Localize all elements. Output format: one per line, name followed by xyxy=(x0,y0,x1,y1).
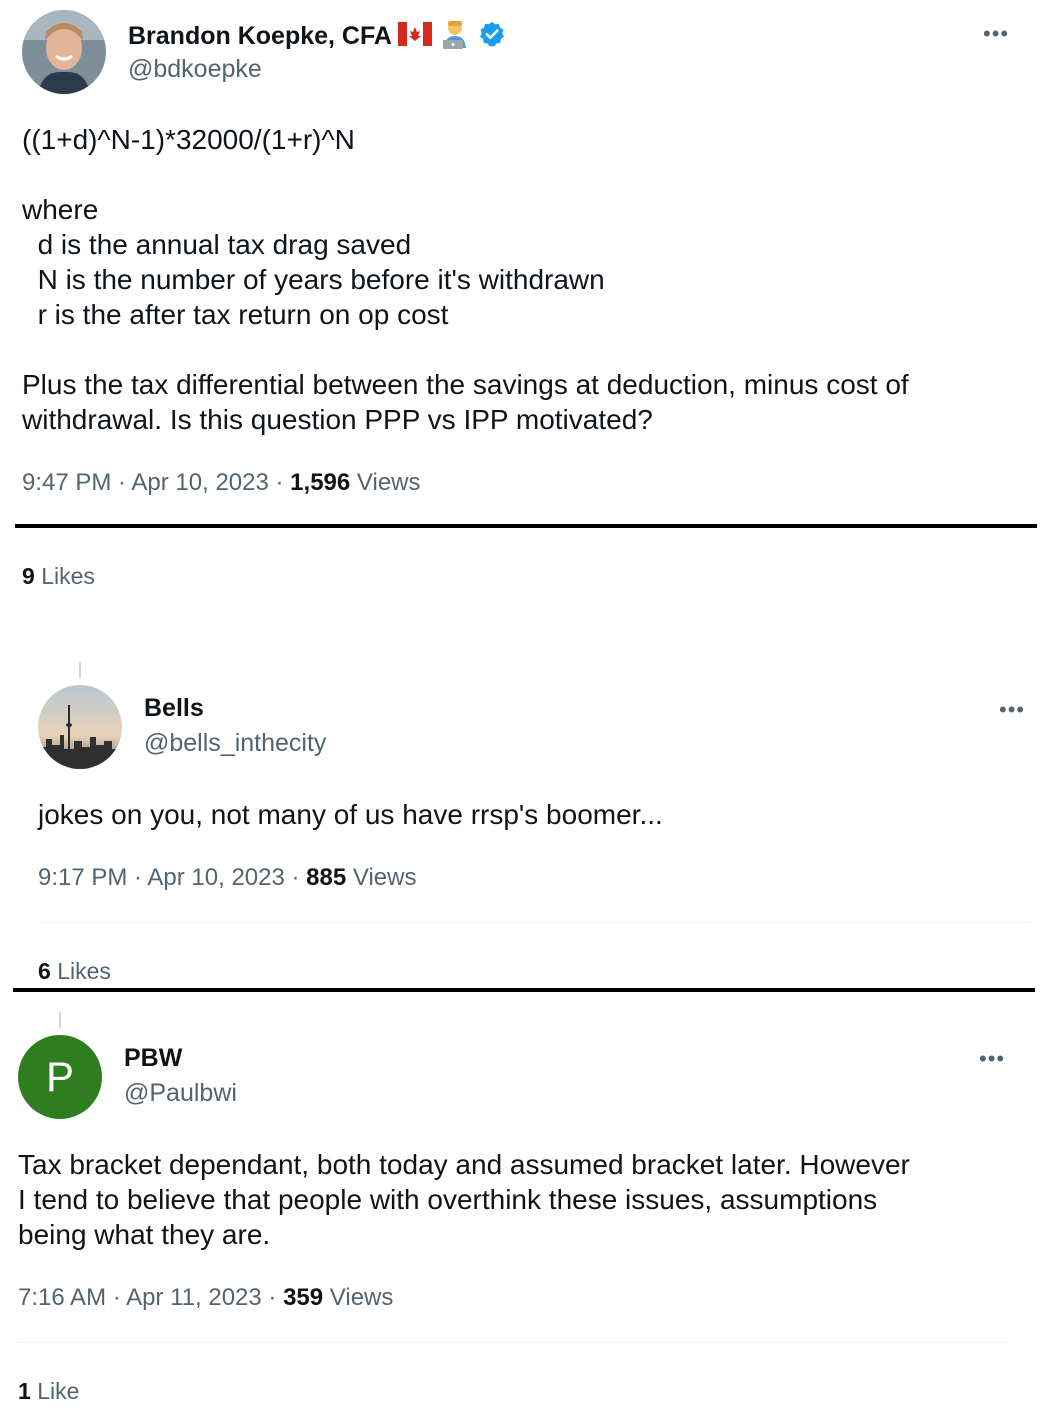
more-options-icon[interactable]: ••• xyxy=(983,23,1009,45)
tweet-time[interactable]: 9:47 PM xyxy=(22,469,111,496)
likes-count: 1 xyxy=(18,1378,31,1404)
tweet-bells: Bells @bells_inthecity ••• jokes on you,… xyxy=(0,680,1045,980)
more-options-icon[interactable]: ••• xyxy=(999,699,1025,721)
views-count: 1,596 xyxy=(290,469,351,496)
tweet-date[interactable]: Apr 10, 2023 xyxy=(131,469,268,496)
tweet-metadata: 7:16 AM · Apr 11, 2023 · 359 Views xyxy=(18,1283,393,1313)
views-count: 359 xyxy=(283,1284,324,1311)
canada-flag-icon xyxy=(397,22,432,53)
tweet-time[interactable]: 7:16 AM xyxy=(18,1284,106,1311)
views-label: Views xyxy=(352,864,417,891)
avatar[interactable] xyxy=(38,685,122,769)
tweet-time[interactable]: 9:17 PM xyxy=(38,864,127,891)
separator: · xyxy=(261,1284,284,1311)
author-name[interactable]: Brandon Koepke, CFA xyxy=(128,18,506,57)
tweet-date[interactable]: Apr 11, 2023 xyxy=(126,1284,262,1311)
likes-label: Like xyxy=(37,1378,80,1404)
likes-label: Likes xyxy=(57,958,111,984)
separator: · xyxy=(268,469,291,496)
tweet-date[interactable]: Apr 10, 2023 xyxy=(147,864,284,891)
tweet-text: jokes on you, not many of us have rrsp's… xyxy=(38,799,663,830)
separator: · xyxy=(106,1284,127,1311)
likes-count: 6 xyxy=(38,958,51,984)
divider xyxy=(15,524,1037,528)
verified-badge-icon xyxy=(478,20,506,55)
technologist-icon xyxy=(439,18,471,57)
views-label: Views xyxy=(356,469,421,496)
avatar[interactable] xyxy=(22,10,106,94)
divider xyxy=(38,922,1030,923)
likes-count: 9 xyxy=(22,563,35,589)
tweet-metadata: 9:47 PM · Apr 10, 2023 · 1,596 Views xyxy=(22,468,421,498)
thread-line xyxy=(79,662,81,678)
separator: · xyxy=(111,469,132,496)
separator: · xyxy=(284,864,307,891)
separator: · xyxy=(127,864,148,891)
divider xyxy=(18,1342,1010,1343)
likes-label: Likes xyxy=(41,563,95,589)
tweet-text: Tax bracket dependant, both today and as… xyxy=(18,1149,910,1250)
likes-link[interactable]: 9 Likes xyxy=(22,562,95,590)
divider xyxy=(13,988,1035,992)
more-options-icon[interactable]: ••• xyxy=(979,1048,1005,1070)
author-handle[interactable]: @Paulbwi xyxy=(124,1078,237,1108)
views-count: 885 xyxy=(306,864,347,891)
author-handle[interactable]: @bdkoepke xyxy=(128,54,262,84)
tweet-pbw: P PBW @Paulbwi ••• Tax bracket dependant… xyxy=(0,1030,1045,1413)
avatar[interactable]: P xyxy=(18,1035,102,1119)
thread-line xyxy=(59,1012,61,1028)
tweet-brandon: Brandon Koepke, CFA @bdkoepke ••• ((1+d)… xyxy=(0,0,1045,600)
likes-link[interactable]: 6 Likes xyxy=(38,957,111,985)
tweet-text: ((1+d)^N-1)*32000/(1+r)^N where d is the… xyxy=(22,124,909,435)
views-label: Views xyxy=(329,1284,394,1311)
author-name[interactable]: PBW xyxy=(124,1043,182,1073)
author-name[interactable]: Bells xyxy=(144,693,204,723)
author-handle[interactable]: @bells_inthecity xyxy=(144,728,326,758)
tweet-metadata: 9:17 PM · Apr 10, 2023 · 885 Views xyxy=(38,863,416,893)
avatar-letter: P xyxy=(45,1053,74,1100)
likes-link[interactable]: 1 Like xyxy=(18,1377,79,1405)
